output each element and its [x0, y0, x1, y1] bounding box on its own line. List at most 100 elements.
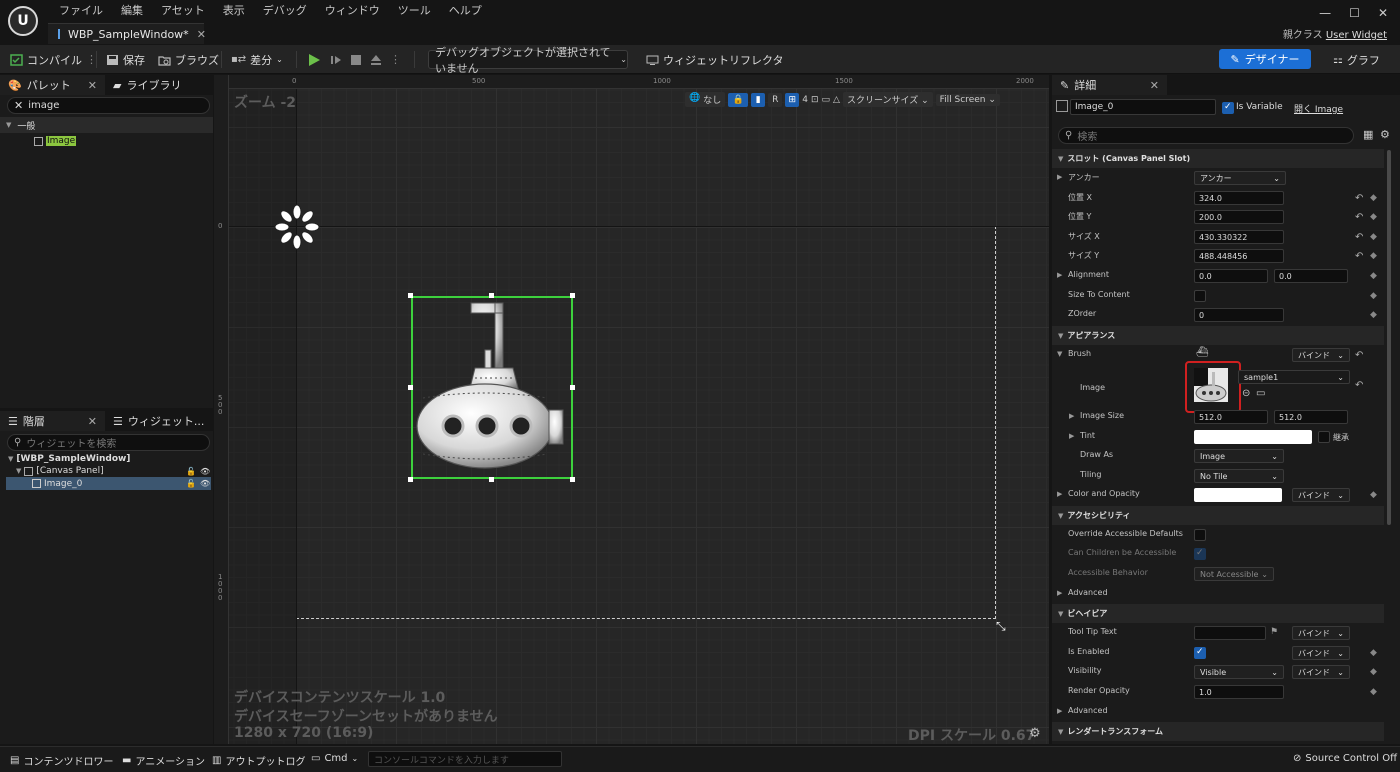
- tab-hierarchy[interactable]: ☰ 階層 ✕: [0, 411, 105, 431]
- palette-category-general[interactable]: ▼ 一般: [0, 117, 213, 133]
- output-log-button[interactable]: ▥ アウトプットログ: [212, 753, 305, 768]
- reset-icon[interactable]: ↶: [1355, 193, 1363, 204]
- section-behavior[interactable]: ▼ ビヘイビア: [1052, 604, 1384, 623]
- palette-item-image[interactable]: Image: [34, 135, 77, 147]
- is-variable-checkbox[interactable]: [1222, 102, 1234, 114]
- pin-icon[interactable]: ◆: [1370, 687, 1377, 697]
- grid-snap-value[interactable]: 4: [802, 95, 808, 105]
- tiling-select[interactable]: No Tile ⌄: [1194, 469, 1284, 483]
- zorder-input[interactable]: 0: [1194, 308, 1284, 322]
- expand-icon[interactable]: ▼: [1057, 350, 1062, 358]
- reset-icon[interactable]: ↶: [1355, 212, 1363, 223]
- expand-icon[interactable]: ▶: [1069, 432, 1074, 440]
- resize-handle[interactable]: [570, 477, 575, 482]
- size-to-content-checkbox[interactable]: [1194, 290, 1206, 302]
- table-view-icon[interactable]: ▦: [1363, 128, 1373, 141]
- use-selected-icon[interactable]: ⊝: [1242, 388, 1250, 399]
- menu-debug[interactable]: デバッグ: [254, 4, 316, 18]
- pin-icon[interactable]: ◆: [1370, 193, 1377, 203]
- transform-mode-icon[interactable]: ▮: [751, 92, 766, 107]
- pin-icon[interactable]: ◆: [1370, 251, 1377, 261]
- widget-name-input[interactable]: Image_0: [1070, 99, 1216, 115]
- flag-icon[interactable]: ⚑: [1270, 627, 1278, 637]
- tab-palette[interactable]: 🎨 パレット ✕: [0, 75, 105, 95]
- tab-widgets[interactable]: ☰ ウィジェット...: [105, 411, 213, 431]
- menu-help[interactable]: ヘルプ: [440, 4, 491, 18]
- widget-reflector-button[interactable]: ウィジェットリフレクタ: [646, 50, 784, 69]
- eject-icon[interactable]: [370, 54, 382, 66]
- close-tab-icon[interactable]: ✕: [197, 28, 206, 41]
- pin-icon[interactable]: ◆: [1370, 271, 1377, 281]
- console-command-input[interactable]: コンソールコマンドを入力します: [368, 751, 562, 767]
- details-scrollbar[interactable]: [1387, 150, 1391, 525]
- pin-icon[interactable]: ◆: [1370, 310, 1377, 320]
- zoom-to-fit-icon[interactable]: ⊡: [811, 95, 819, 105]
- grid-snap-icon[interactable]: ⊞: [785, 92, 800, 107]
- unreal-logo-icon[interactable]: U: [8, 6, 38, 36]
- diff-button[interactable]: ▪⇄ 差分 ⌄: [231, 50, 283, 69]
- menu-asset[interactable]: アセット: [152, 4, 214, 18]
- maximize-icon[interactable]: ☐: [1349, 6, 1360, 20]
- content-drawer-button[interactable]: ▤ コンテンツドロワー: [10, 753, 113, 768]
- designer-viewport[interactable]: ⤡ ズーム -2 デバイスコンテンツスケール 1.0 デバイスセーフゾーンセット…: [229, 89, 1049, 744]
- play-options-icon[interactable]: ⋮: [390, 53, 401, 66]
- size-x-input[interactable]: 430.330322: [1194, 230, 1284, 244]
- resize-handle[interactable]: [408, 385, 413, 390]
- animation-button[interactable]: ▬ アニメーション: [122, 753, 205, 768]
- pin-icon[interactable]: ◆: [1370, 232, 1377, 242]
- enabled-bind-select[interactable]: バインド ⌄: [1292, 646, 1350, 660]
- expand-icon[interactable]: ▶: [1057, 490, 1062, 498]
- resize-handle[interactable]: [570, 385, 575, 390]
- lock-toggle[interactable]: 🔒: [728, 92, 749, 107]
- lock-icon[interactable]: 🔓: [186, 467, 196, 476]
- pin-icon[interactable]: ◆: [1370, 291, 1377, 301]
- menu-file[interactable]: ファイル: [50, 4, 112, 18]
- menu-window[interactable]: ウィンドウ: [316, 4, 389, 18]
- browse-asset-icon[interactable]: ▭: [1256, 388, 1265, 399]
- render-opacity-input[interactable]: 1.0: [1194, 685, 1284, 699]
- alignment-y-input[interactable]: 0.0: [1274, 269, 1348, 283]
- close-icon[interactable]: ✕: [88, 79, 97, 92]
- resize-handle[interactable]: [489, 293, 494, 298]
- image-asset-thumbnail[interactable]: [1194, 368, 1228, 402]
- tint-color-swatch[interactable]: [1194, 430, 1312, 444]
- image-size-x-input[interactable]: 512.0: [1194, 410, 1268, 424]
- tree-canvas-panel[interactable]: ▼ [Canvas Panel] 🔓 👁: [16, 465, 211, 477]
- details-search-input[interactable]: ⚲ 検索: [1058, 127, 1354, 144]
- gear-icon[interactable]: ⚙: [1029, 726, 1041, 741]
- resize-handle[interactable]: [408, 477, 413, 482]
- row-advanced-accessibility[interactable]: ▶ Advanced: [1052, 585, 1384, 604]
- pos-x-input[interactable]: 324.0: [1194, 191, 1284, 205]
- selected-image-widget[interactable]: [411, 296, 573, 479]
- close-window-icon[interactable]: ✕: [1378, 6, 1388, 20]
- resize-handle[interactable]: [408, 293, 413, 298]
- compile-button[interactable]: コンパイル ⋮: [10, 50, 97, 69]
- image-size-y-input[interactable]: 512.0: [1274, 410, 1348, 424]
- expand-icon[interactable]: ▶: [1069, 412, 1074, 420]
- eye-icon[interactable]: 👁: [200, 479, 210, 488]
- pin-icon[interactable]: ◆: [1370, 667, 1377, 677]
- screen-size-select[interactable]: スクリーンサイズ ⌄: [842, 92, 933, 107]
- hierarchy-search-input[interactable]: ⚲ ウィジェットを検索: [7, 434, 210, 451]
- image-asset-select[interactable]: sample1 ⌄: [1238, 370, 1350, 384]
- play-icon[interactable]: [306, 52, 322, 68]
- pin-icon[interactable]: ◆: [1370, 212, 1377, 222]
- source-control-button[interactable]: ⊘ Source Control Off: [1293, 753, 1397, 764]
- localization-preview-button[interactable]: 🌐 なし: [685, 92, 726, 107]
- clear-search-icon[interactable]: ✕: [14, 99, 23, 112]
- draw-as-select[interactable]: Image ⌄: [1194, 449, 1284, 463]
- close-icon[interactable]: ✕: [1150, 79, 1159, 92]
- anchor-select[interactable]: アンカー ⌄: [1194, 171, 1286, 185]
- section-accessibility[interactable]: ▼ アクセシビリティ: [1052, 506, 1384, 525]
- tree-root[interactable]: ▼ [WBP_SampleWindow]: [8, 453, 130, 465]
- section-appearance[interactable]: ▼ アピアランス: [1052, 326, 1384, 345]
- pos-y-input[interactable]: 200.0: [1194, 210, 1284, 224]
- designer-mode-button[interactable]: ✎ デザイナー: [1219, 49, 1311, 69]
- open-image-link[interactable]: 開く Image: [1294, 102, 1343, 115]
- reset-icon[interactable]: ↶: [1355, 380, 1363, 391]
- menu-edit[interactable]: 編集: [112, 4, 152, 18]
- parent-class-link[interactable]: User Widget: [1326, 30, 1387, 41]
- inherit-checkbox[interactable]: [1318, 431, 1330, 443]
- stop-icon[interactable]: [350, 54, 362, 66]
- cmd-select[interactable]: ▭ Cmd ⌄: [311, 753, 358, 764]
